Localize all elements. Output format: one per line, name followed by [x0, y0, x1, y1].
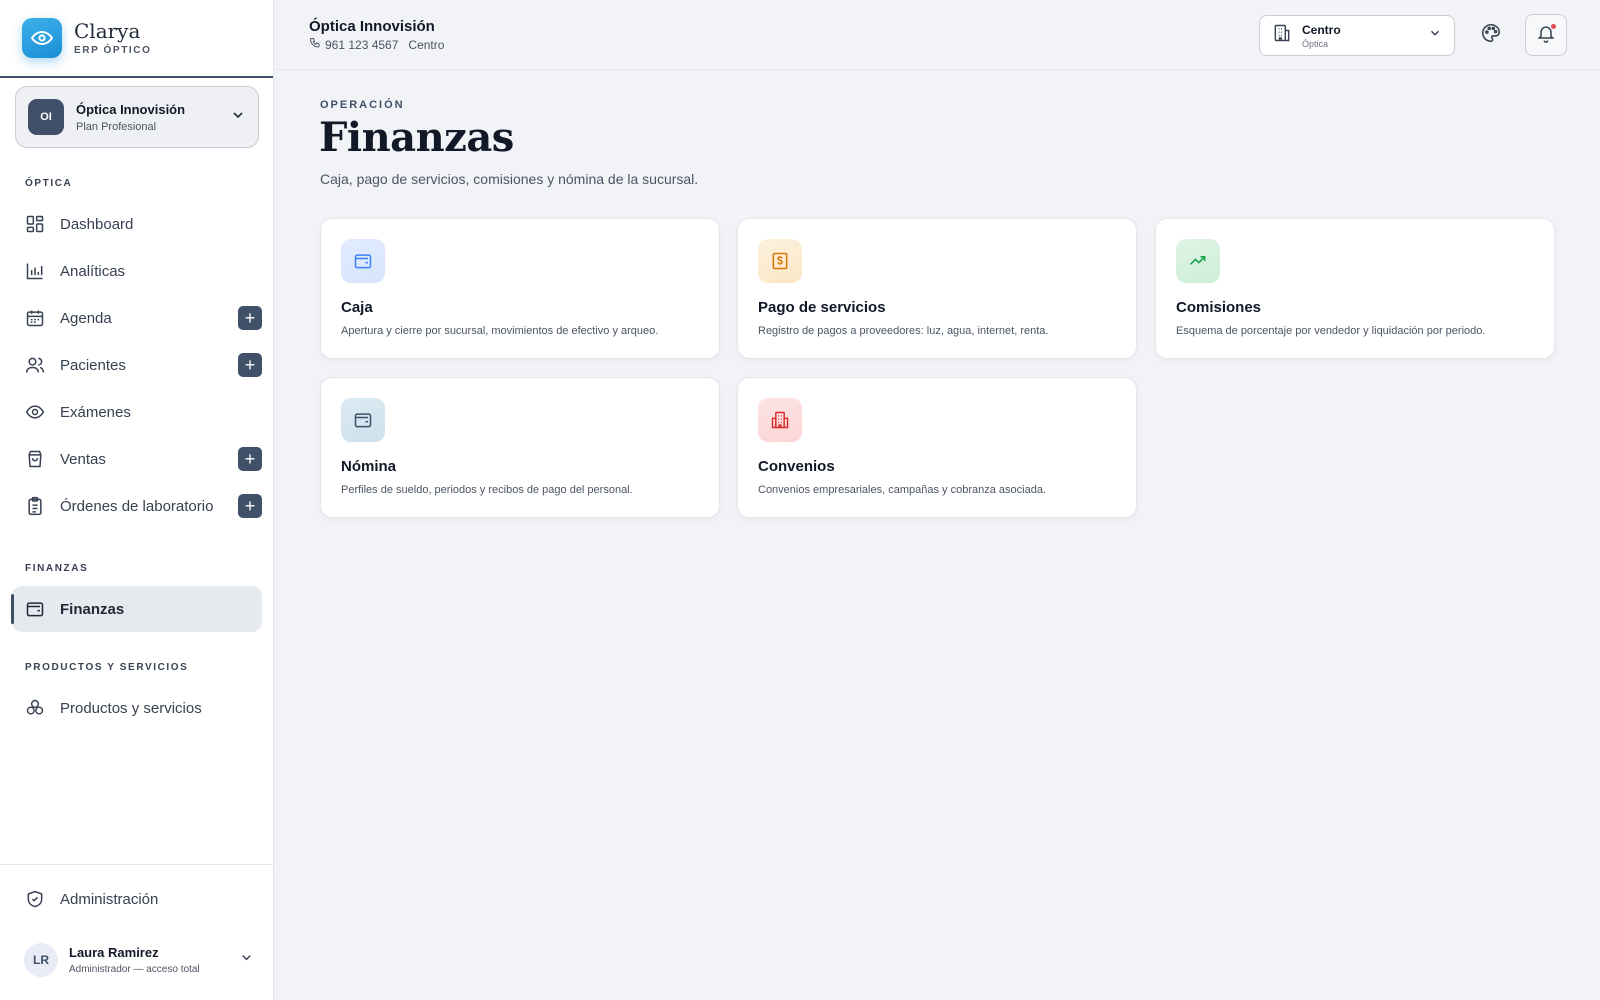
sidebar: Clarya ERP ÓPTICO OI Óptica Innovisión P…: [0, 0, 274, 1000]
org-name: Óptica Innovisión: [76, 101, 186, 117]
theme-palette-button[interactable]: [1471, 15, 1511, 55]
page-description: Caja, pago de servicios, comisiones y nó…: [320, 171, 699, 187]
sidebar-item-administracion[interactable]: Administración: [12, 876, 262, 922]
card-description: Registro de pagos a proveedores: luz, ag…: [758, 325, 1049, 337]
card-pago-servicios[interactable]: Pago de servicios Registro de pagos a pr…: [737, 218, 1137, 359]
branch-select[interactable]: Centro Óptica: [1259, 15, 1455, 56]
chevron-down-icon: [230, 107, 246, 128]
card-title: Nómina: [341, 458, 397, 475]
brand-subtitle: ERP ÓPTICO: [74, 45, 152, 56]
org-switcher[interactable]: OI Óptica Innovisión Plan Profesional: [15, 86, 259, 148]
card-nomina[interactable]: Nómina Perfiles de sueldo, periodos y re…: [320, 377, 720, 518]
section-title-productos: PRODUCTOS Y SERVICIOS: [25, 662, 189, 673]
chevron-down-icon: [1428, 26, 1442, 45]
sidebar-item-label: Exámenes: [60, 403, 131, 421]
user-menu[interactable]: LR Laura Ramirez Administrador — acceso …: [24, 940, 254, 980]
card-title: Caja: [341, 299, 373, 316]
sidebar-item-label: Finanzas: [60, 600, 125, 618]
card-description: Esquema de porcentaje por vendedor y liq…: [1176, 325, 1486, 337]
page-eyebrow: OPERACIÓN: [320, 99, 405, 111]
sidebar-item-ventas[interactable]: Ventas +: [12, 436, 262, 482]
org-plan: Plan Profesional: [76, 120, 157, 133]
section-title-optica: ÓPTICA: [25, 178, 73, 189]
sidebar-item-label: Analíticas: [60, 262, 126, 280]
sidebar-item-label: Administración: [60, 890, 159, 908]
wallet-icon: [25, 599, 45, 619]
add-cita-button[interactable]: +: [238, 306, 262, 330]
sidebar-item-label: Órdenes de laboratorio: [60, 497, 214, 515]
sidebar-item-pacientes[interactable]: Pacientes +: [12, 342, 262, 388]
branch-select-title: Centro: [1302, 22, 1341, 37]
user-role: Administrador — acceso total: [69, 964, 200, 975]
avatar: LR: [24, 943, 58, 977]
sidebar-item-productos[interactable]: Productos y servicios: [12, 685, 262, 731]
brand: Clarya ERP ÓPTICO: [0, 0, 273, 78]
card-caja[interactable]: Caja Apertura y cierre por sucursal, mov…: [320, 218, 720, 359]
sidebar-divider: [0, 864, 274, 865]
card-convenios[interactable]: Convenios Convenios empresariales, campa…: [737, 377, 1137, 518]
shield-check-icon: [25, 889, 45, 909]
sidebar-item-label: Productos y servicios: [60, 699, 202, 717]
business-name: Óptica Innovisión: [309, 18, 435, 35]
phone-icon: [309, 37, 321, 52]
sidebar-item-examenes[interactable]: Exámenes: [12, 389, 262, 435]
palette-icon: [1480, 22, 1502, 49]
sidebar-item-dashboard[interactable]: Dashboard: [12, 201, 262, 247]
boxes-icon: [25, 698, 45, 718]
sidebar-item-ordenes-laboratorio[interactable]: Órdenes de laboratorio +: [12, 483, 262, 529]
dashboard-grid-icon: [25, 214, 45, 234]
page-title: Finanzas: [319, 114, 514, 161]
card-title: Comisiones: [1176, 299, 1262, 316]
wallet-icon: [341, 398, 385, 442]
add-venta-button[interactable]: +: [238, 447, 262, 471]
card-description: Perfiles de sueldo, periodos y recibos d…: [341, 484, 633, 496]
wallet-icon: [341, 239, 385, 283]
org-badge: OI: [28, 99, 64, 135]
receipt-dollar-icon: [758, 239, 802, 283]
clipboard-icon: [25, 496, 45, 516]
bar-chart-icon: [25, 261, 45, 281]
business-meta: 961 123 4567 Centro: [309, 37, 444, 52]
trending-up-icon: [1176, 239, 1220, 283]
building-icon: [1272, 23, 1292, 48]
sidebar-item-label: Pacientes: [60, 356, 126, 374]
users-icon: [25, 355, 45, 375]
sidebar-item-analiticas[interactable]: Analíticas: [12, 248, 262, 294]
card-title: Convenios: [758, 458, 835, 475]
notifications-button[interactable]: [1525, 14, 1567, 56]
calendar-icon: [25, 308, 45, 328]
card-comisiones[interactable]: Comisiones Esquema de porcentaje por ven…: [1155, 218, 1555, 359]
sidebar-item-label: Ventas: [60, 450, 106, 468]
card-description: Convenios empresariales, campañas y cobr…: [758, 484, 1046, 496]
eye-logo-icon: [22, 18, 62, 58]
sidebar-item-finanzas[interactable]: Finanzas: [11, 586, 262, 632]
shopping-bag-icon: [25, 449, 45, 469]
topbar: Óptica Innovisión 961 123 4567 Centro Ce…: [275, 0, 1600, 70]
eye-icon: [25, 402, 45, 422]
sidebar-item-label: Agenda: [60, 309, 112, 327]
chevron-down-icon: [239, 950, 254, 970]
notification-dot: [1551, 24, 1556, 29]
brand-name: Clarya: [74, 19, 141, 43]
card-description: Apertura y cierre por sucursal, movimien…: [341, 325, 659, 337]
add-orden-button[interactable]: +: [238, 494, 262, 518]
section-title-finanzas: FINANZAS: [25, 563, 89, 574]
card-title: Pago de servicios: [758, 299, 886, 316]
business-branch: Centro: [408, 37, 445, 52]
user-name: Laura Ramirez: [69, 945, 159, 960]
add-paciente-button[interactable]: +: [238, 353, 262, 377]
business-phone: 961 123 4567: [325, 37, 399, 52]
sidebar-item-agenda[interactable]: Agenda +: [12, 295, 262, 341]
sidebar-item-label: Dashboard: [60, 215, 134, 233]
building-icon: [758, 398, 802, 442]
branch-select-subtitle: Óptica: [1302, 38, 1329, 49]
